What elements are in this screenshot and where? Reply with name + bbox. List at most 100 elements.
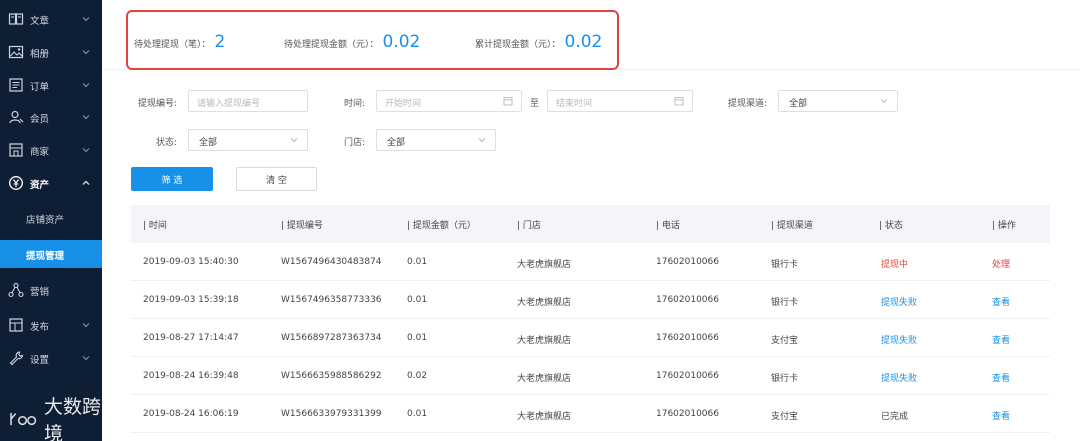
- store-icon: [9, 143, 23, 157]
- sidebar-item-members[interactable]: 会员: [0, 104, 102, 130]
- status-label: 状态:: [156, 138, 178, 148]
- stat-value: 0.02: [564, 32, 603, 52]
- cell-phone: 17602010066: [656, 333, 719, 343]
- time-label: 时间:: [344, 99, 366, 109]
- sidebar-subitem-label: 提现管理: [26, 251, 65, 262]
- yen-circle-icon: [9, 176, 23, 190]
- withdraw-no-label: 提现编号:: [138, 99, 178, 109]
- cell-store: 大老虎旗舰店: [517, 298, 572, 308]
- sidebar-item-settings[interactable]: 设置: [0, 345, 102, 371]
- end-time-input[interactable]: 结束时间: [547, 90, 693, 112]
- cell-withdraw-no: W1566897287363734: [281, 333, 382, 343]
- watermark-logo-icon: [10, 412, 37, 426]
- cell-time: 2019-08-27 17:14:47: [143, 333, 239, 343]
- status-badge: 提现失败: [881, 298, 918, 308]
- sidebar-item-label: 文章: [30, 16, 50, 27]
- start-time-placeholder: 开始时间: [385, 99, 422, 109]
- cell-channel: 支付宝: [771, 412, 799, 422]
- start-time-input[interactable]: 开始时间: [376, 90, 522, 112]
- withdraw-no-placeholder: 请输入提现编号: [197, 99, 261, 109]
- calendar-icon: [503, 97, 513, 106]
- sidebar-item-articles[interactable]: 文章: [0, 6, 102, 32]
- chevron-down-icon: [82, 148, 90, 153]
- store-selected-value: 全部: [387, 138, 406, 148]
- cell-store: 大老虎旗舰店: [517, 374, 572, 384]
- sidebar-item-marketing[interactable]: 营销: [0, 277, 102, 303]
- chevron-down-icon: [478, 138, 486, 143]
- process-link[interactable]: 处理: [992, 257, 1010, 270]
- clear-button[interactable]: 清 空: [236, 167, 317, 191]
- calendar-icon: [674, 97, 684, 106]
- book-icon: [8, 13, 24, 25]
- sidebar-item-publish[interactable]: 发布: [0, 312, 102, 338]
- stat-pending-count: 待处理提现（笔）： 2: [134, 32, 225, 52]
- table-row: 2019-08-27 17:14:47 W1566897287363734 0.…: [131, 319, 1050, 357]
- sidebar-item-orders[interactable]: 订单: [0, 72, 102, 98]
- order-list-icon: [9, 78, 23, 92]
- view-link[interactable]: 查看: [992, 295, 1010, 308]
- stat-value: 2: [214, 32, 226, 52]
- chevron-down-icon: [82, 323, 90, 328]
- stat-pending-amount: 待处理提现金额（元）： 0.02: [284, 32, 420, 52]
- cell-phone: 17602010066: [656, 371, 719, 381]
- view-link[interactable]: 查看: [992, 333, 1010, 346]
- cell-time: 2019-09-03 15:39:18: [143, 295, 239, 305]
- sidebar: 文章 相册 订单 会员 商家 资产 店铺资产 提现管理 营销 发布 设置 大数跨…: [0, 0, 102, 441]
- chevron-down-icon: [82, 83, 90, 88]
- channel-label: 提现渠道:: [728, 99, 768, 109]
- cell-time: 2019-08-24 16:06:19: [143, 409, 239, 419]
- channel-select[interactable]: 全部: [778, 90, 898, 112]
- sidebar-item-assets[interactable]: 资产: [0, 170, 102, 196]
- time-range-separator: 至: [530, 99, 540, 109]
- filter-button[interactable]: 筛 选: [131, 167, 213, 191]
- view-link[interactable]: 查看: [992, 371, 1010, 384]
- status-badge: 已完成: [881, 412, 909, 422]
- publish-icon: [9, 318, 23, 332]
- cell-channel: 银行卡: [771, 374, 799, 384]
- cell-withdraw-no: W1566635988586292: [281, 371, 382, 381]
- chevron-down-icon: [82, 50, 90, 55]
- sidebar-item-label: 商家: [30, 147, 50, 158]
- view-link[interactable]: 查看: [992, 409, 1010, 422]
- cell-store: 大老虎旗舰店: [517, 336, 572, 346]
- withdraw-no-input[interactable]: 请输入提现编号: [188, 90, 308, 112]
- cell-withdraw-no: W1567496430483874: [281, 257, 382, 267]
- stats-highlight-box: 待处理提现（笔）： 2 待处理提现金额（元）： 0.02 累计提现金额（元）： …: [126, 10, 619, 70]
- sidebar-item-label: 相册: [30, 49, 50, 60]
- sidebar-subitem-label: 店铺资产: [26, 215, 65, 226]
- cell-withdraw-no: W1566633979331399: [281, 409, 382, 419]
- sidebar-item-merchants[interactable]: 商家: [0, 137, 102, 163]
- sidebar-subitem-withdraw-management[interactable]: 提现管理: [0, 240, 102, 268]
- table-row: 2019-09-03 15:39:18 W1567496358773336 0.…: [131, 281, 1050, 319]
- end-time-placeholder: 结束时间: [556, 99, 593, 109]
- cell-channel: 银行卡: [771, 260, 799, 270]
- sidebar-item-label: 发布: [30, 322, 50, 333]
- image-icon: [8, 45, 24, 59]
- share-nodes-icon: [8, 282, 24, 298]
- column-header-phone: | 电话: [656, 221, 680, 231]
- table-row: 2019-08-24 16:39:48 W1566635988586292 0.…: [131, 357, 1050, 395]
- sidebar-item-label: 会员: [30, 114, 50, 125]
- status-badge: 提现中: [881, 260, 909, 270]
- cell-amount: 0.01: [407, 333, 428, 343]
- store-select[interactable]: 全部: [376, 129, 496, 151]
- stat-label: 累计提现金额（元）：: [475, 40, 561, 50]
- cell-phone: 17602010066: [656, 257, 719, 267]
- status-selected-value: 全部: [199, 138, 218, 148]
- cell-time: 2019-08-24 16:39:48: [143, 371, 239, 381]
- stat-label: 待处理提现金额（元）：: [284, 40, 379, 50]
- app-root: 文章 相册 订单 会员 商家 资产 店铺资产 提现管理 营销 发布 设置 大数跨…: [0, 0, 1080, 441]
- table-row: 2019-09-03 15:40:30 W1567496430483874 0.…: [131, 243, 1050, 281]
- status-select[interactable]: 全部: [188, 129, 308, 151]
- sidebar-item-label: 设置: [30, 355, 50, 366]
- cell-withdraw-no: W1567496358773336: [281, 295, 382, 305]
- table-row: 2019-08-24 16:06:19 W1566633979331399 0.…: [131, 395, 1050, 433]
- cell-amount: 0.01: [407, 409, 428, 419]
- watermark: 大数跨境: [8, 396, 102, 441]
- status-badge: 提现失败: [881, 374, 918, 384]
- sidebar-item-albums[interactable]: 相册: [0, 39, 102, 65]
- cell-store: 大老虎旗舰店: [517, 412, 572, 422]
- chevron-down-icon: [880, 99, 888, 104]
- cell-amount: 0.01: [407, 295, 428, 305]
- sidebar-subitem-store-assets[interactable]: 店铺资产: [0, 204, 102, 232]
